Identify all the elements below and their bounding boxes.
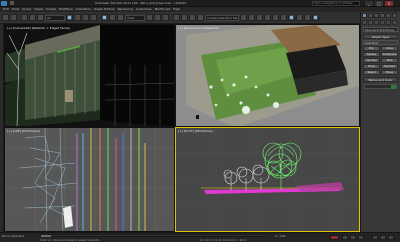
viewport-label[interactable]: [+] [Perspective] [Realistic] bbox=[178, 26, 219, 30]
selection-status: None Selected bbox=[2, 234, 24, 238]
box-button[interactable]: Box bbox=[363, 46, 380, 51]
viewport-label[interactable]: [+] [Camera02] [Realistic + Edged Faces] bbox=[7, 26, 70, 30]
render-setup-icon[interactable] bbox=[296, 14, 303, 21]
unlink-icon[interactable] bbox=[29, 14, 36, 21]
keyboard-shortcut-icon[interactable] bbox=[162, 14, 169, 21]
move-icon[interactable] bbox=[101, 14, 108, 21]
redo-icon[interactable] bbox=[10, 14, 17, 21]
frame-counter: 0 / 100 bbox=[275, 234, 286, 238]
modify-tab-icon[interactable] bbox=[368, 13, 373, 18]
geometry-icon[interactable] bbox=[362, 20, 367, 25]
helpers-icon[interactable] bbox=[386, 20, 391, 25]
rendered-frame-icon[interactable] bbox=[304, 14, 311, 21]
left-wireframe-scene bbox=[5, 128, 174, 231]
reference-coord-dropdown[interactable]: View bbox=[125, 14, 145, 21]
plane-button[interactable]: Plane bbox=[381, 70, 398, 75]
bind-spacewarp-icon[interactable] bbox=[37, 14, 44, 21]
command-panel: Standard Primitives Object Type AutoGrid… bbox=[360, 12, 400, 232]
spinner-snap-icon[interactable] bbox=[197, 14, 204, 21]
motion-tab-icon[interactable] bbox=[380, 13, 385, 18]
cone-button[interactable]: Cone bbox=[381, 46, 398, 51]
front-wireframe-scene bbox=[176, 128, 359, 231]
material-editor-icon[interactable] bbox=[288, 14, 295, 21]
undo-icon[interactable] bbox=[2, 14, 9, 21]
command-panel-tabs bbox=[361, 12, 400, 19]
prompt-line: Click or click-and-drag to select object… bbox=[40, 238, 100, 242]
next-frame-icon[interactable] bbox=[358, 235, 364, 240]
create-tab-icon[interactable] bbox=[362, 13, 367, 18]
cameras-icon[interactable] bbox=[380, 20, 385, 25]
cylinder-button[interactable]: Cylinder bbox=[363, 58, 380, 63]
maximize-button[interactable]: □ bbox=[375, 1, 383, 6]
create-category-icons bbox=[361, 19, 400, 26]
perspective-scene bbox=[176, 25, 359, 126]
search-input[interactable]: Type a keyword or phrase bbox=[312, 1, 360, 6]
name-color-rollout[interactable]: Name and Color bbox=[363, 77, 398, 82]
select-by-name-icon[interactable] bbox=[74, 14, 81, 21]
teapot-button[interactable]: Teapot bbox=[363, 70, 380, 75]
window-title: Autodesk 3ds Max 2011 x64 - Barn_and_tre… bbox=[95, 1, 187, 5]
rectangle-selection-icon[interactable] bbox=[82, 14, 89, 21]
torus-button[interactable]: Torus bbox=[363, 64, 380, 69]
close-button[interactable]: × bbox=[385, 1, 393, 6]
main-toolbar: All View Create Selection Set bbox=[0, 12, 360, 24]
zoom-extents-icon[interactable] bbox=[372, 235, 378, 240]
autogrid-checkbox[interactable]: AutoGrid bbox=[363, 40, 398, 45]
object-name-field[interactable] bbox=[364, 84, 397, 89]
tube-button[interactable]: Tube bbox=[381, 58, 398, 63]
category-dropdown[interactable]: Standard Primitives bbox=[363, 27, 398, 32]
previous-frame-icon[interactable] bbox=[342, 235, 348, 240]
object-type-rollout[interactable]: Object Type bbox=[363, 34, 398, 39]
time-slider[interactable] bbox=[40, 234, 270, 237]
curve-editor-icon[interactable] bbox=[272, 14, 279, 21]
angle-snap-icon[interactable] bbox=[181, 14, 188, 21]
app-logo-icon[interactable] bbox=[1, 1, 7, 6]
lights-icon[interactable] bbox=[374, 20, 379, 25]
auto-key-button[interactable] bbox=[330, 235, 339, 240]
shapes-icon[interactable] bbox=[368, 20, 373, 25]
rotate-icon[interactable] bbox=[109, 14, 116, 21]
viewport-label[interactable]: [+] [Left] [Wireframe] bbox=[7, 129, 40, 133]
hierarchy-tab-icon[interactable] bbox=[374, 13, 379, 18]
utilities-tab-icon[interactable] bbox=[392, 13, 397, 18]
percent-snap-icon[interactable] bbox=[189, 14, 196, 21]
geosphere-button[interactable]: GeoSphere bbox=[381, 52, 398, 57]
quick-access-icon[interactable] bbox=[10, 1, 14, 5]
align-icon[interactable] bbox=[248, 14, 255, 21]
render-production-icon[interactable] bbox=[312, 14, 319, 21]
link-icon[interactable] bbox=[21, 14, 28, 21]
minimize-button[interactable]: _ bbox=[365, 1, 373, 6]
object-type-buttons: Box Cone Sphere GeoSphere Cylinder Tube … bbox=[363, 46, 398, 75]
orbit-icon[interactable] bbox=[380, 235, 386, 240]
viewport-label[interactable]: [+] [Front] [Wireframe] bbox=[178, 129, 213, 133]
pyramid-button[interactable]: Pyramid bbox=[381, 64, 398, 69]
viewport-left[interactable]: [+] [Left] [Wireframe] bbox=[4, 127, 175, 232]
object-color-swatch[interactable] bbox=[391, 85, 396, 89]
title-bar: Autodesk 3ds Max 2011 x64 - Barn_and_tre… bbox=[0, 0, 400, 7]
selection-filter-dropdown[interactable]: All bbox=[45, 14, 65, 21]
snap-toggle-icon[interactable] bbox=[173, 14, 180, 21]
named-selection-dropdown[interactable]: Create Selection Set bbox=[205, 14, 239, 21]
viewport-front[interactable]: [+] [Front] [Wireframe] bbox=[175, 127, 360, 232]
play-icon[interactable] bbox=[350, 235, 356, 240]
time-slider-knob[interactable] bbox=[41, 235, 51, 237]
manipulate-icon[interactable] bbox=[154, 14, 161, 21]
mirror-icon[interactable] bbox=[240, 14, 247, 21]
status-bar: None Selected Click or click-and-drag to… bbox=[0, 232, 400, 242]
sphere-button[interactable]: Sphere bbox=[363, 52, 380, 57]
viewport-perspective[interactable]: [+] [Perspective] [Realistic] bbox=[175, 24, 360, 127]
spacewarps-icon[interactable] bbox=[392, 20, 397, 25]
select-object-icon[interactable] bbox=[66, 14, 73, 21]
pivot-center-icon[interactable] bbox=[146, 14, 153, 21]
pan-icon[interactable] bbox=[388, 235, 394, 240]
coordinate-display: X: 0.0 Y: 0.0 Z: 0.0 Grid = 10.0 bbox=[200, 238, 247, 242]
scale-icon[interactable] bbox=[117, 14, 124, 21]
camera-scene bbox=[5, 25, 174, 126]
graphite-ribbon-icon[interactable] bbox=[264, 14, 271, 21]
display-tab-icon[interactable] bbox=[386, 13, 391, 18]
schematic-view-icon[interactable] bbox=[280, 14, 287, 21]
window-crossing-icon[interactable] bbox=[90, 14, 97, 21]
layer-manager-icon[interactable] bbox=[256, 14, 263, 21]
viewport-camera[interactable]: [+] [Camera02] [Realistic + Edged Faces] bbox=[4, 24, 175, 127]
